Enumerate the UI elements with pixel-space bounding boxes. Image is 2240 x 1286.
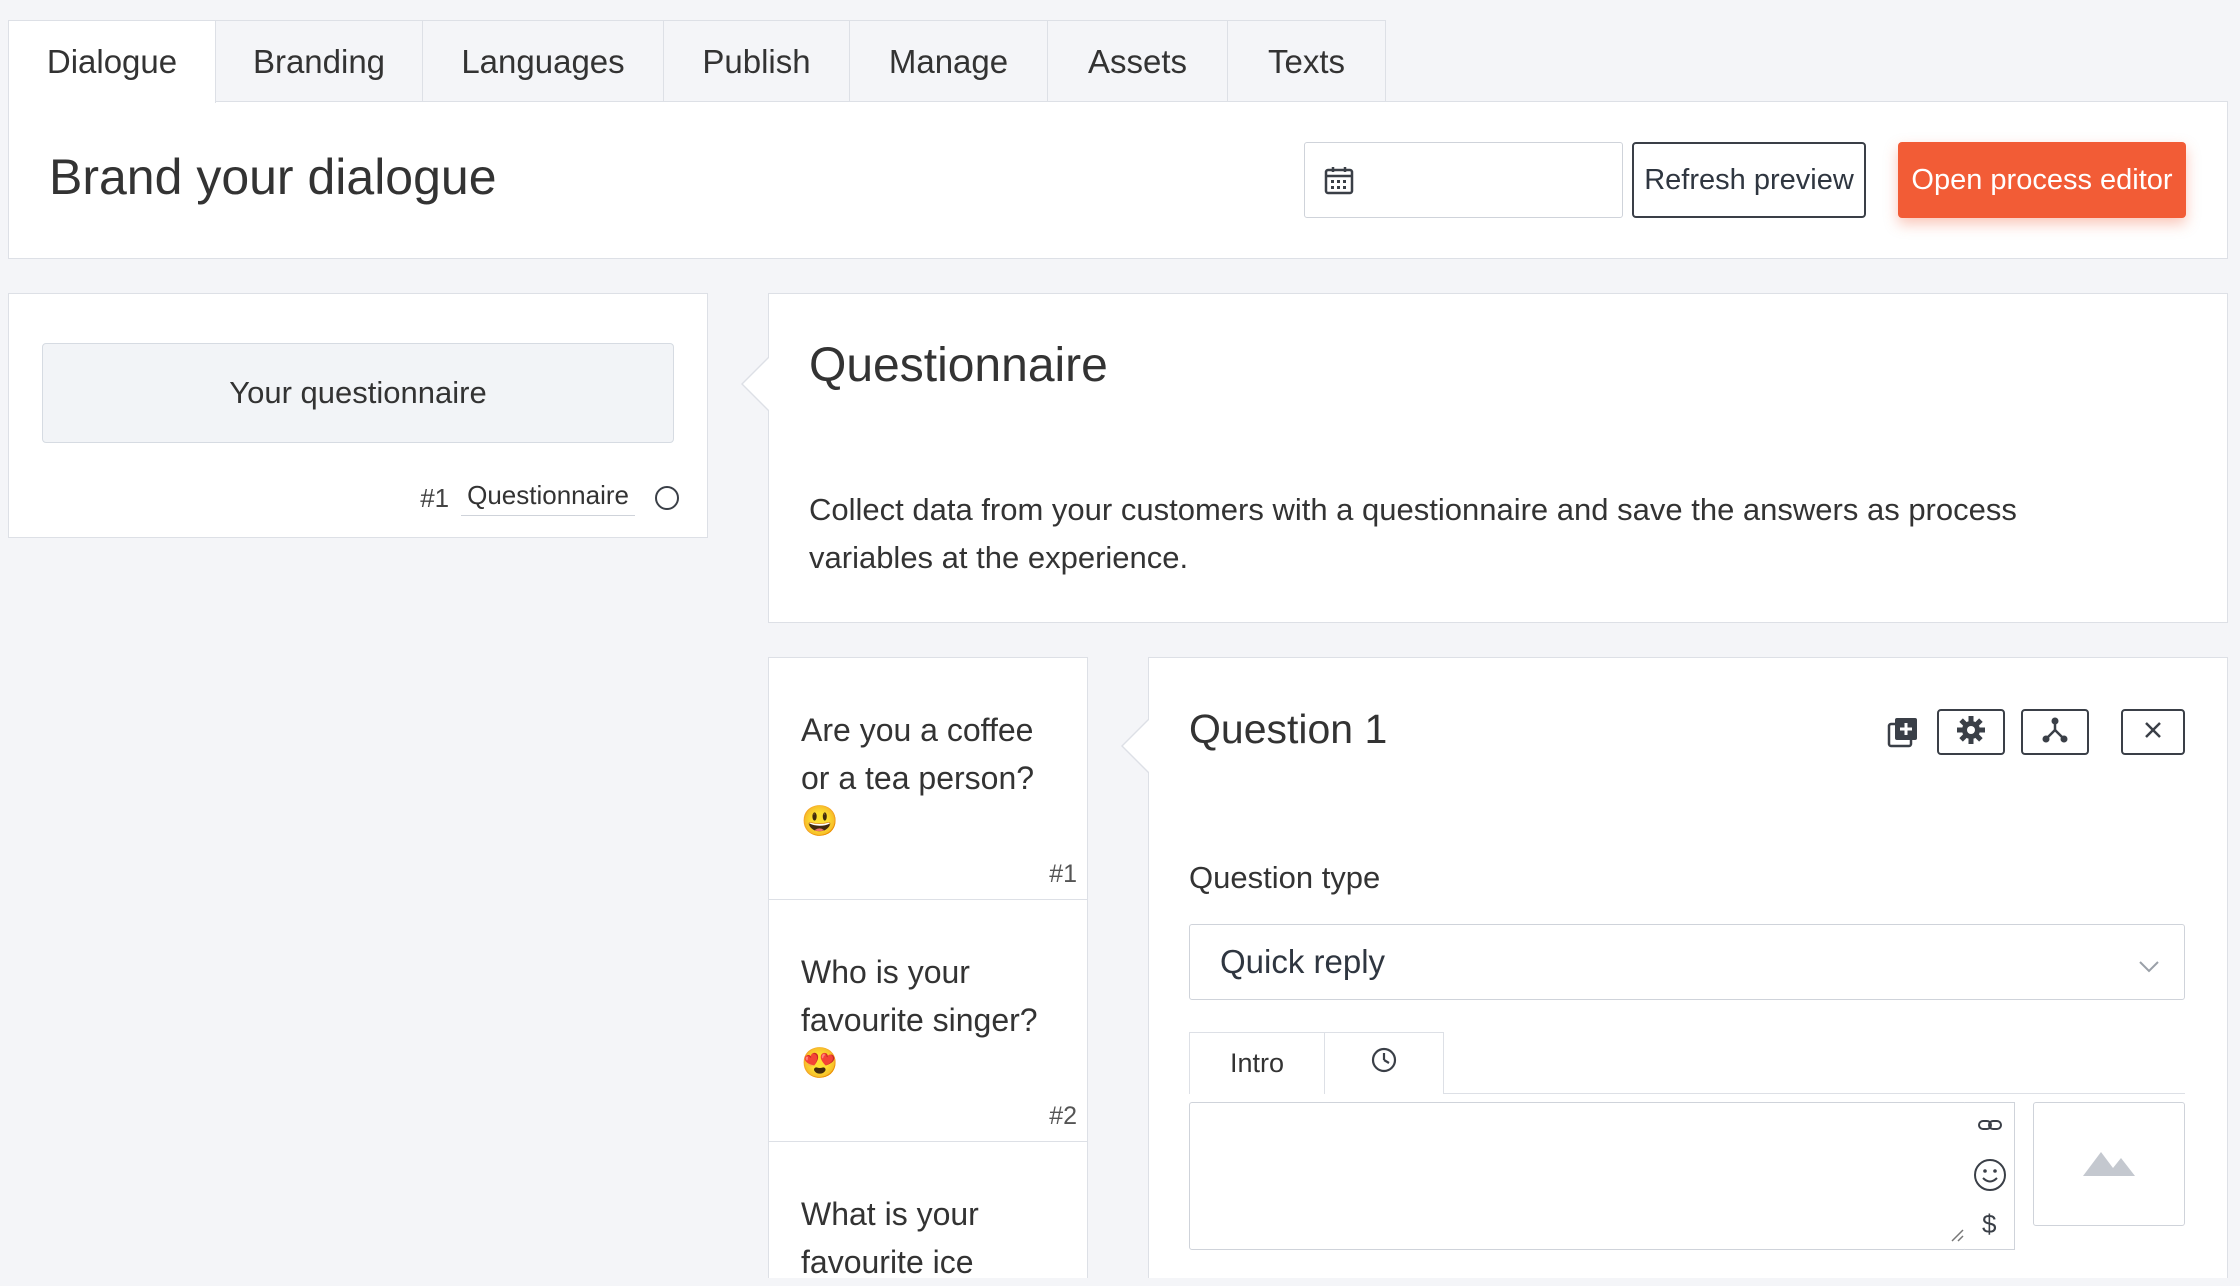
editor-pointer-arrow-fill <box>1123 719 1150 773</box>
question-text-line-2: favourite singer? <box>801 1002 1038 1038</box>
question-title: Question 1 <box>1189 706 1388 752</box>
image-upload-box[interactable] <box>2033 1102 2185 1226</box>
question-list-item[interactable]: Who is your favourite singer? 😍 #2 <box>768 899 1088 1142</box>
tab-timing[interactable] <box>1324 1032 1444 1094</box>
gear-icon <box>1956 715 1986 750</box>
page-title: Brand your dialogue <box>49 149 497 205</box>
questionnaire-item-meta: #1 Questionnaire <box>420 480 679 516</box>
pointer-arrow-fill <box>743 357 770 411</box>
questionnaire-sidebar: Your questionnaire #1 Questionnaire <box>8 293 708 538</box>
branch-icon <box>2040 715 2070 750</box>
variable-dollar-icon[interactable]: $ <box>1982 1209 1996 1240</box>
your-questionnaire-card[interactable]: Your questionnaire <box>42 343 674 443</box>
date-picker-input[interactable] <box>1304 142 1623 218</box>
smiley-emoji-icon: 😃 <box>801 805 839 838</box>
question-type-value: Quick reply <box>1220 943 1386 980</box>
info-description: Collect data from your customers with a … <box>809 486 2189 582</box>
link-icon[interactable] <box>1977 1115 2003 1140</box>
question-text-line-2: favourite ice <box>801 1244 974 1280</box>
your-questionnaire-label: Your questionnaire <box>229 375 487 410</box>
open-process-editor-button[interactable]: Open process editor <box>1898 142 2186 218</box>
tab-publish[interactable]: Publish <box>663 20 850 102</box>
question-number: #2 <box>1049 1102 1077 1130</box>
question-text-line-2: or a tea person? <box>801 760 1035 796</box>
settings-button[interactable] <box>1937 709 2005 755</box>
chevron-down-icon <box>2136 949 2162 987</box>
question-number: #1 <box>1049 860 1077 888</box>
question-list-item[interactable]: Are you a coffee or a tea person? 😃 #1 <box>768 657 1088 900</box>
resize-handle-icon[interactable] <box>1948 1226 1964 1247</box>
subtab-divider <box>1443 1093 2185 1094</box>
heart-eyes-emoji-icon: 😍 <box>801 1047 839 1080</box>
tab-texts[interactable]: Texts <box>1227 20 1386 102</box>
textarea-toolbar: $ <box>1965 1102 2015 1250</box>
question-text: Are you a coffee or a tea person? 😃 <box>801 706 1081 842</box>
info-description-line-1: Collect data from your customers with a … <box>809 492 2017 527</box>
questionnaire-info-panel: Questionnaire Collect data from your cus… <box>741 293 2228 623</box>
refresh-preview-button[interactable]: Refresh preview <box>1632 142 1866 218</box>
duplicate-icon[interactable] <box>1886 715 1920 749</box>
question-text-line-1: What is your <box>801 1196 979 1232</box>
question-text-line-1: Are you a coffee <box>801 712 1034 748</box>
intro-textarea[interactable] <box>1189 1102 1967 1250</box>
question-type-select[interactable]: Quick reply <box>1189 924 2185 1000</box>
info-description-line-2: variables at the experience. <box>809 540 1189 575</box>
header-panel: Brand your dialogue <box>8 101 2228 259</box>
question-text-line-1: Who is your <box>801 954 970 990</box>
tab-dialogue[interactable]: Dialogue <box>8 20 216 103</box>
mountain-image-icon <box>2081 1146 2137 1183</box>
item-number: #1 <box>420 482 450 513</box>
tab-manage[interactable]: Manage <box>849 20 1048 102</box>
close-icon <box>2143 720 2163 745</box>
question-text: Who is your favourite singer? 😍 <box>801 948 1081 1084</box>
question-list-item[interactable]: What is your favourite ice <box>768 1141 1088 1280</box>
tab-intro[interactable]: Intro <box>1189 1032 1325 1094</box>
info-title: Questionnaire <box>809 339 1108 392</box>
emoji-icon[interactable] <box>1972 1157 2008 1198</box>
tab-branding[interactable]: Branding <box>215 20 423 102</box>
question-editor-panel: Question 1 Question type Quick reply Int… <box>1121 657 2228 1278</box>
calendar-icon <box>1323 164 1355 196</box>
branch-button[interactable] <box>2021 709 2089 755</box>
clock-icon <box>1370 1046 1398 1081</box>
question-text: What is your favourite ice <box>801 1190 1081 1286</box>
item-type-label[interactable]: Questionnaire <box>461 480 635 516</box>
question-type-label: Question type <box>1189 860 1381 895</box>
close-button[interactable] <box>2121 709 2185 755</box>
tab-languages[interactable]: Languages <box>422 20 664 102</box>
status-circle-icon[interactable] <box>655 486 679 510</box>
tab-assets[interactable]: Assets <box>1047 20 1228 102</box>
